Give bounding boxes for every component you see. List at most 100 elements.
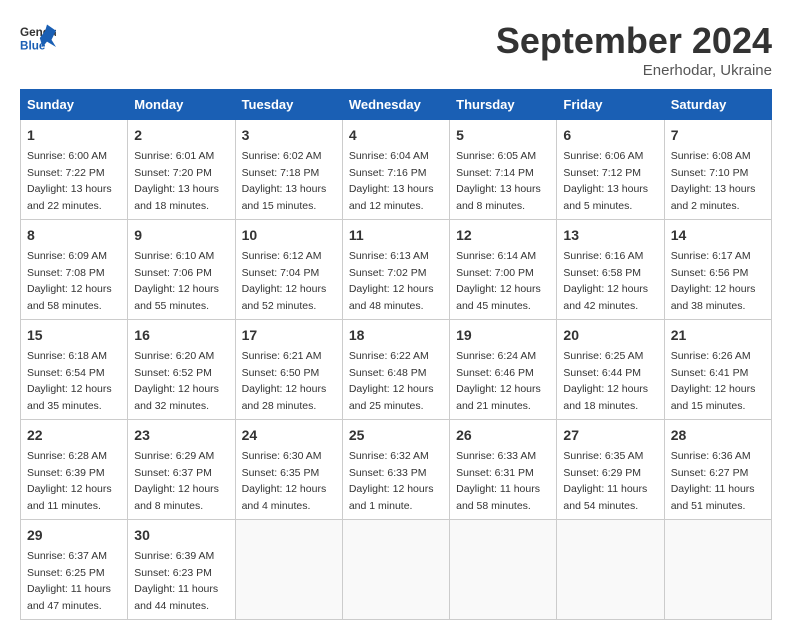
table-row: 19 Sunrise: 6:24 AMSunset: 6:46 PMDayligh…	[450, 320, 557, 420]
table-row: 2 Sunrise: 6:01 AMSunset: 7:20 PMDaylight…	[128, 120, 235, 220]
day-number: 2	[134, 125, 228, 146]
day-number: 16	[134, 325, 228, 346]
table-row: 10 Sunrise: 6:12 AMSunset: 7:04 PMDayligh…	[235, 220, 342, 320]
day-number: 30	[134, 525, 228, 546]
table-row: 24 Sunrise: 6:30 AMSunset: 6:35 PMDayligh…	[235, 420, 342, 520]
day-info: Sunrise: 6:09 AMSunset: 7:08 PMDaylight:…	[27, 250, 112, 312]
day-info: Sunrise: 6:00 AMSunset: 7:22 PMDaylight:…	[27, 150, 112, 212]
day-number: 22	[27, 425, 121, 446]
table-row: 5 Sunrise: 6:05 AMSunset: 7:14 PMDaylight…	[450, 120, 557, 220]
table-row: 17 Sunrise: 6:21 AMSunset: 6:50 PMDayligh…	[235, 320, 342, 420]
day-number: 24	[242, 425, 336, 446]
table-row: 14 Sunrise: 6:17 AMSunset: 6:56 PMDayligh…	[664, 220, 771, 320]
day-info: Sunrise: 6:21 AMSunset: 6:50 PMDaylight:…	[242, 350, 327, 412]
logo-icon: General Blue	[20, 20, 56, 56]
location: Enerhodar, Ukraine	[496, 62, 772, 79]
table-row: 25Sunrise: 6:32 AMSunset: 6:33 PMDayligh…	[342, 420, 449, 520]
calendar-table: Sunday Monday Tuesday Wednesday Thursday…	[20, 89, 772, 620]
day-number: 5	[456, 125, 550, 146]
day-number: 10	[242, 225, 336, 246]
day-info: Sunrise: 6:16 AMSunset: 6:58 PMDaylight:…	[563, 250, 648, 312]
day-info: Sunrise: 6:39 AMSunset: 6:23 PMDaylight:…	[134, 550, 218, 612]
col-friday: Friday	[557, 90, 664, 120]
calendar-body: 1 Sunrise: 6:00 AMSunset: 7:22 PMDaylight…	[21, 120, 772, 620]
table-row: 6 Sunrise: 6:06 AMSunset: 7:12 PMDaylight…	[557, 120, 664, 220]
day-number: 20	[563, 325, 657, 346]
day-number: 19	[456, 325, 550, 346]
table-row: 26 Sunrise: 6:33 AMSunset: 6:31 PMDayligh…	[450, 420, 557, 520]
day-number: 18	[349, 325, 443, 346]
logo: General Blue	[20, 20, 56, 56]
table-row	[664, 520, 771, 620]
title-block: September 2024 Enerhodar, Ukraine	[496, 20, 772, 79]
day-number: 4	[349, 125, 443, 146]
table-row: 30 Sunrise: 6:39 AMSunset: 6:23 PMDayligh…	[128, 520, 235, 620]
day-info: Sunrise: 6:04 AMSunset: 7:16 PMDaylight:…	[349, 150, 434, 212]
day-info: Sunrise: 6:28 AMSunset: 6:39 PMDaylight:…	[27, 450, 112, 512]
day-number: 6	[563, 125, 657, 146]
table-row: 23Sunrise: 6:29 AMSunset: 6:37 PMDayligh…	[128, 420, 235, 520]
day-number: 7	[671, 125, 765, 146]
header-row: Sunday Monday Tuesday Wednesday Thursday…	[21, 90, 772, 120]
day-info: Sunrise: 6:37 AMSunset: 6:25 PMDaylight:…	[27, 550, 111, 612]
day-number: 28	[671, 425, 765, 446]
calendar-week-row: 15 Sunrise: 6:18 AMSunset: 6:54 PMDayligh…	[21, 320, 772, 420]
day-info: Sunrise: 6:20 AMSunset: 6:52 PMDaylight:…	[134, 350, 219, 412]
table-row: 3 Sunrise: 6:02 AMSunset: 7:18 PMDaylight…	[235, 120, 342, 220]
calendar-week-row: 8 Sunrise: 6:09 AMSunset: 7:08 PMDaylight…	[21, 220, 772, 320]
col-wednesday: Wednesday	[342, 90, 449, 120]
table-row: 21 Sunrise: 6:26 AMSunset: 6:41 PMDayligh…	[664, 320, 771, 420]
day-number: 23	[134, 425, 228, 446]
day-number: 12	[456, 225, 550, 246]
day-info: Sunrise: 6:17 AMSunset: 6:56 PMDaylight:…	[671, 250, 756, 312]
table-row	[342, 520, 449, 620]
month-title: September 2024	[496, 20, 772, 62]
day-info: Sunrise: 6:26 AMSunset: 6:41 PMDaylight:…	[671, 350, 756, 412]
day-number: 11	[349, 225, 443, 246]
day-info: Sunrise: 6:02 AMSunset: 7:18 PMDaylight:…	[242, 150, 327, 212]
col-thursday: Thursday	[450, 90, 557, 120]
day-info: Sunrise: 6:32 AMSunset: 6:33 PMDaylight:…	[349, 450, 434, 512]
day-info: Sunrise: 6:05 AMSunset: 7:14 PMDaylight:…	[456, 150, 541, 212]
day-number: 1	[27, 125, 121, 146]
day-info: Sunrise: 6:13 AMSunset: 7:02 PMDaylight:…	[349, 250, 434, 312]
day-info: Sunrise: 6:24 AMSunset: 6:46 PMDaylight:…	[456, 350, 541, 412]
day-number: 15	[27, 325, 121, 346]
table-row	[235, 520, 342, 620]
table-row: 28 Sunrise: 6:36 AMSunset: 6:27 PMDayligh…	[664, 420, 771, 520]
day-info: Sunrise: 6:22 AMSunset: 6:48 PMDaylight:…	[349, 350, 434, 412]
day-number: 14	[671, 225, 765, 246]
table-row: 15 Sunrise: 6:18 AMSunset: 6:54 PMDayligh…	[21, 320, 128, 420]
day-info: Sunrise: 6:33 AMSunset: 6:31 PMDaylight:…	[456, 450, 540, 512]
table-row: 12 Sunrise: 6:14 AMSunset: 7:00 PMDayligh…	[450, 220, 557, 320]
table-row: 9Sunrise: 6:10 AMSunset: 7:06 PMDaylight…	[128, 220, 235, 320]
table-row	[450, 520, 557, 620]
day-number: 9	[134, 225, 228, 246]
day-number: 8	[27, 225, 121, 246]
day-number: 13	[563, 225, 657, 246]
day-info: Sunrise: 6:14 AMSunset: 7:00 PMDaylight:…	[456, 250, 541, 312]
day-number: 17	[242, 325, 336, 346]
day-number: 3	[242, 125, 336, 146]
day-info: Sunrise: 6:36 AMSunset: 6:27 PMDaylight:…	[671, 450, 755, 512]
table-row: 7 Sunrise: 6:08 AMSunset: 7:10 PMDaylight…	[664, 120, 771, 220]
table-row: 22 Sunrise: 6:28 AMSunset: 6:39 PMDayligh…	[21, 420, 128, 520]
calendar-week-row: 29Sunrise: 6:37 AMSunset: 6:25 PMDayligh…	[21, 520, 772, 620]
table-row: 11 Sunrise: 6:13 AMSunset: 7:02 PMDayligh…	[342, 220, 449, 320]
day-number: 26	[456, 425, 550, 446]
day-number: 27	[563, 425, 657, 446]
day-number: 21	[671, 325, 765, 346]
day-info: Sunrise: 6:30 AMSunset: 6:35 PMDaylight:…	[242, 450, 327, 512]
day-info: Sunrise: 6:08 AMSunset: 7:10 PMDaylight:…	[671, 150, 756, 212]
table-row: 29Sunrise: 6:37 AMSunset: 6:25 PMDayligh…	[21, 520, 128, 620]
day-info: Sunrise: 6:12 AMSunset: 7:04 PMDaylight:…	[242, 250, 327, 312]
day-info: Sunrise: 6:35 AMSunset: 6:29 PMDaylight:…	[563, 450, 647, 512]
day-info: Sunrise: 6:18 AMSunset: 6:54 PMDaylight:…	[27, 350, 112, 412]
day-info: Sunrise: 6:25 AMSunset: 6:44 PMDaylight:…	[563, 350, 648, 412]
day-info: Sunrise: 6:01 AMSunset: 7:20 PMDaylight:…	[134, 150, 219, 212]
table-row: 18 Sunrise: 6:22 AMSunset: 6:48 PMDayligh…	[342, 320, 449, 420]
col-tuesday: Tuesday	[235, 90, 342, 120]
table-row: 27 Sunrise: 6:35 AMSunset: 6:29 PMDayligh…	[557, 420, 664, 520]
day-info: Sunrise: 6:06 AMSunset: 7:12 PMDaylight:…	[563, 150, 648, 212]
col-saturday: Saturday	[664, 90, 771, 120]
